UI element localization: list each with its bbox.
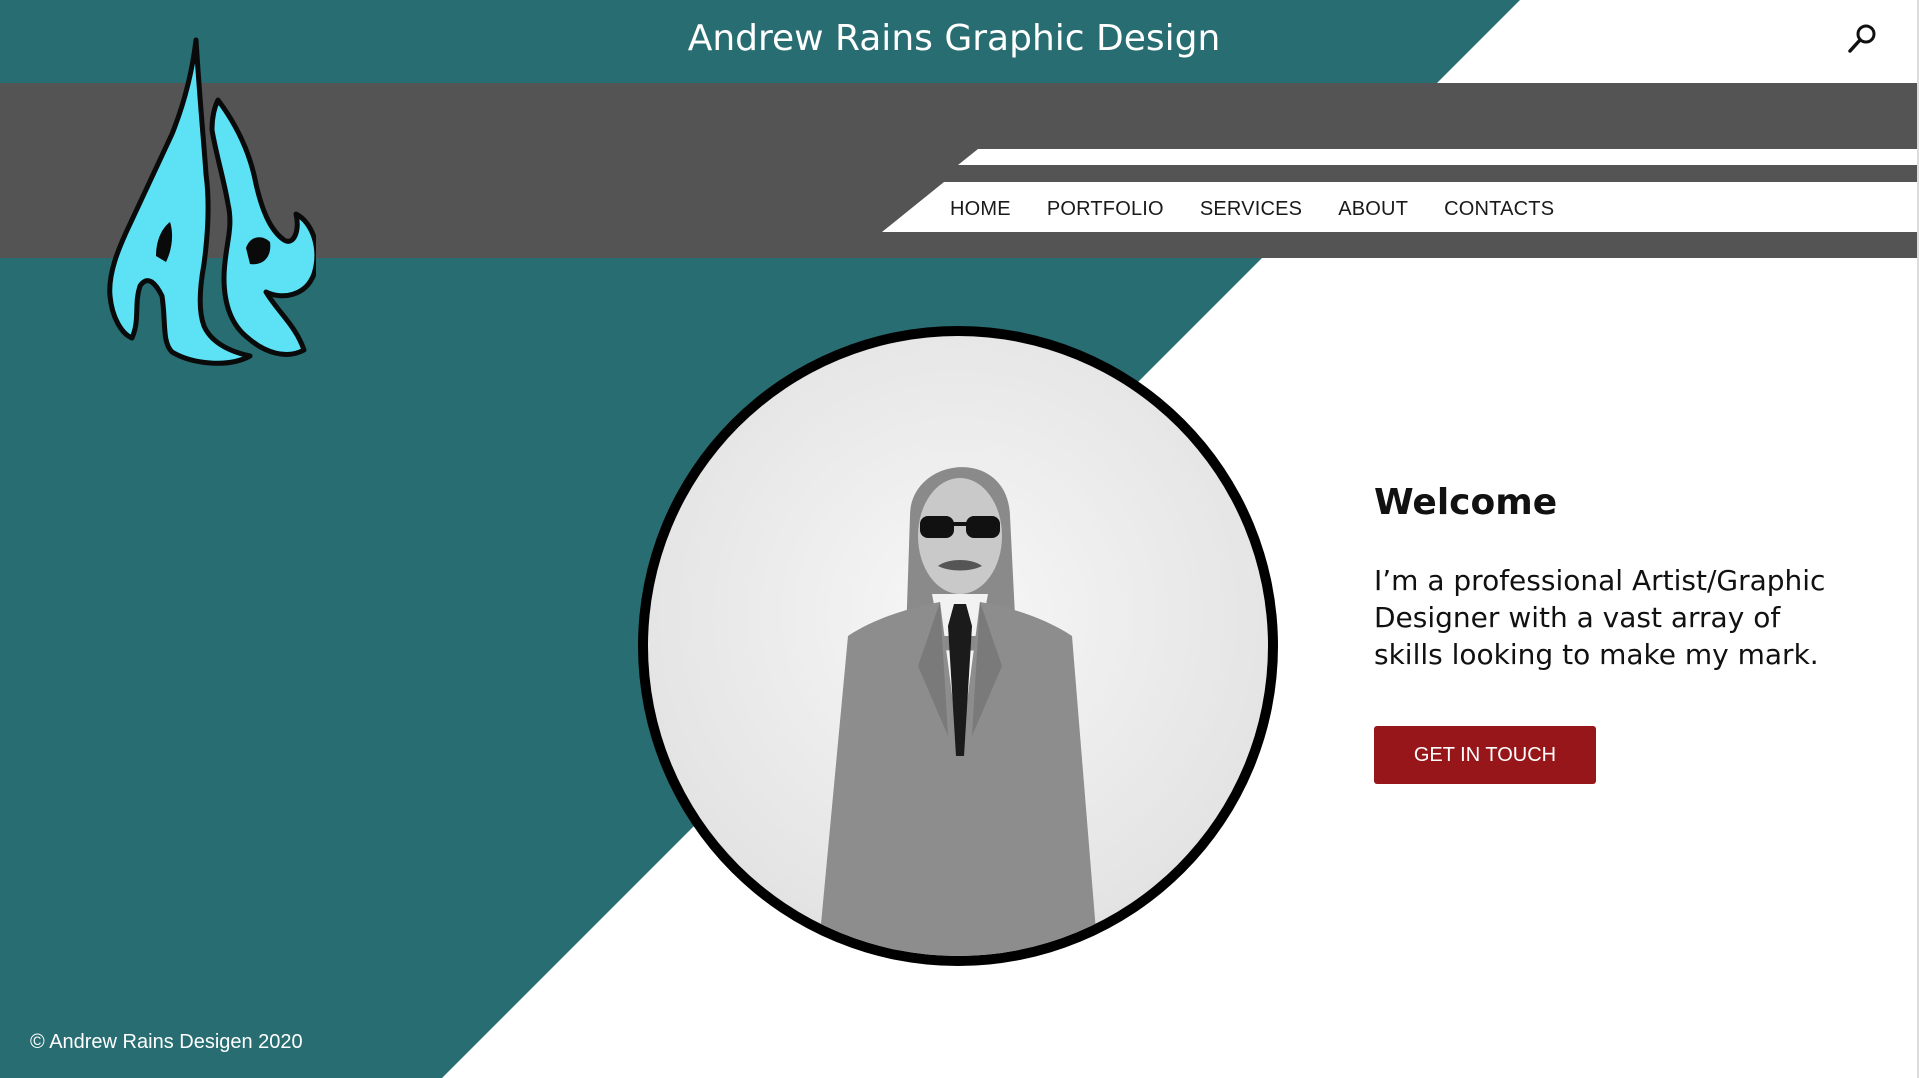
search-icon [1848, 24, 1876, 53]
ar-water-drop-logo-icon[interactable] [100, 34, 316, 374]
portrait-photo [638, 326, 1278, 966]
nav-item-services[interactable]: SERVICES [1200, 198, 1302, 221]
main-nav: HOME PORTFOLIO SERVICES ABOUT CONTACTS [950, 184, 1590, 234]
nav-item-home[interactable]: HOME [950, 198, 1011, 221]
footer-copyright: © Andrew Rains Desigen 2020 [30, 1031, 303, 1053]
person-illustration [818, 467, 1098, 956]
nav-item-portfolio[interactable]: PORTFOLIO [1047, 198, 1164, 221]
intro-text: I’m a professional Artist/Graphic Design… [1374, 564, 1826, 671]
get-in-touch-button[interactable]: GET IN TOUCH [1374, 726, 1596, 784]
nav-item-contacts[interactable]: CONTACTS [1444, 198, 1554, 221]
search-button[interactable] [1840, 18, 1884, 62]
portrait-photo-inner [648, 336, 1268, 956]
nav-item-about[interactable]: ABOUT [1338, 198, 1408, 221]
welcome-heading: Welcome [1374, 482, 1558, 523]
